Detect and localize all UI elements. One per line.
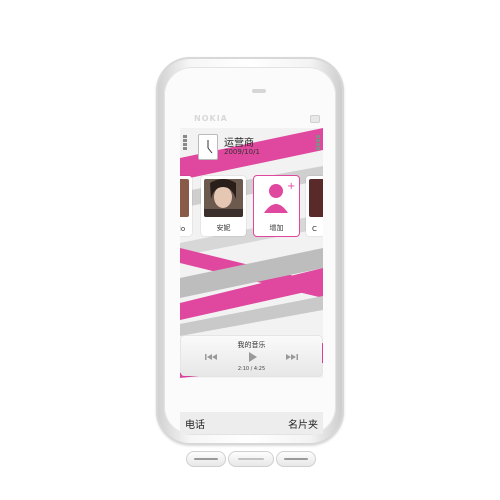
- contact-photo: [180, 179, 189, 217]
- contact-name: 增加: [269, 224, 284, 232]
- svg-text:+: +: [287, 181, 295, 192]
- home-screen: 运营商 2009/10/1 lo: [180, 128, 323, 378]
- status-bar: 运营商 2009/10/1: [180, 131, 323, 163]
- brand-logo: NOKIA: [194, 114, 228, 123]
- contact-card[interactable]: lo: [180, 176, 192, 236]
- contact-card[interactable]: C: [306, 176, 323, 236]
- contact-name: 安妮: [216, 224, 231, 232]
- call-key[interactable]: [186, 451, 226, 467]
- contact-name: C: [312, 225, 317, 233]
- music-title: 我的音乐: [237, 341, 266, 349]
- end-call-key[interactable]: [276, 451, 316, 467]
- contact-name: lo: [180, 225, 186, 233]
- music-player-widget[interactable]: 我的音乐 2:10 / 4:25: [181, 336, 322, 376]
- contact-card[interactable]: 安妮: [201, 176, 246, 236]
- previous-track-icon[interactable]: [203, 351, 219, 363]
- date-text: 2009/10/1: [224, 148, 260, 156]
- contact-photo: [309, 179, 323, 217]
- add-contact-card[interactable]: + 增加: [254, 176, 299, 236]
- operator-name: 运营商: [224, 138, 254, 149]
- phone-body: NOKIA 运营商 2009/10/1 o 安妮 + 增加 C 我的音乐 2:1…: [156, 57, 344, 467]
- contacts-bar: lo 安妮 +: [180, 176, 323, 236]
- battery-icon: [316, 135, 320, 150]
- play-icon[interactable]: [244, 351, 260, 363]
- music-time: 2:10 / 4:25: [237, 366, 266, 372]
- next-track-icon[interactable]: [284, 351, 300, 363]
- menu-key[interactable]: [228, 451, 274, 467]
- front-camera: [310, 115, 320, 123]
- softkey-contacts[interactable]: 名片夹: [288, 416, 318, 431]
- softkey-phone[interactable]: 电话: [185, 416, 205, 431]
- hardware-keys: [186, 451, 316, 467]
- add-contact-icon: +: [257, 179, 296, 217]
- softkey-bar: 电话 名片夹: [180, 412, 323, 434]
- signal-strength-icon: [183, 135, 187, 150]
- earpiece: [252, 89, 266, 93]
- contact-photo: [204, 179, 243, 217]
- clock-icon[interactable]: [198, 134, 218, 160]
